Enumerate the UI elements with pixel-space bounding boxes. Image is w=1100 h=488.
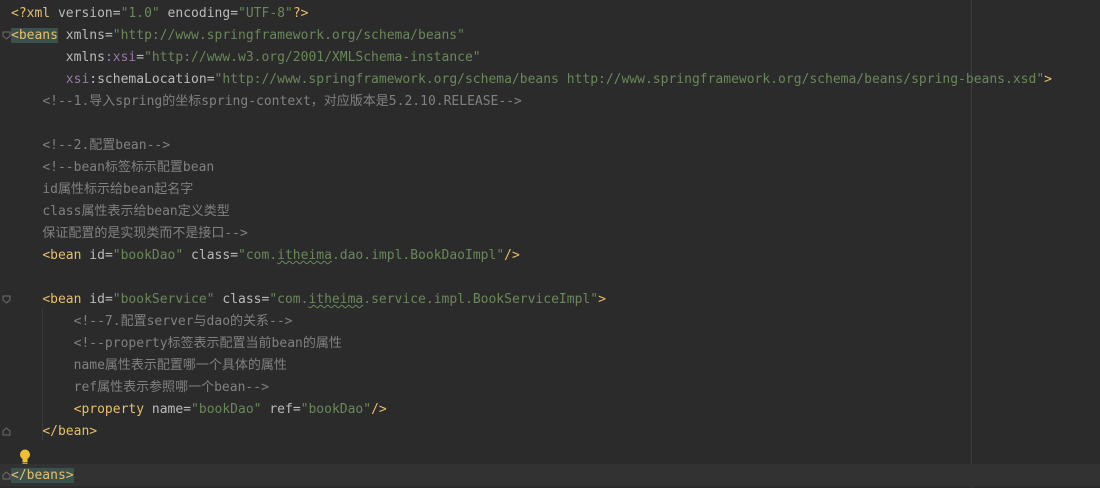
lightbulb-icon[interactable] [17,448,33,466]
code-line-18: ref属性表示参照哪一个bean--> [73,380,269,395]
code-line-17: name属性表示配置哪一个具体的属性 [73,358,287,373]
code-line-2: <beans xmlns="http://www.springframework… [11,28,465,43]
xml-closing-tag: </beans> [11,468,74,483]
editor-gutter [0,0,11,488]
current-line-highlight [0,464,1100,486]
code-line-20: </bean> [42,424,98,439]
code-line-10: class属性表示给bean定义类型 [42,204,230,219]
code-line-4: xsi:schemaLocation="http://www.springfra… [65,72,1052,87]
code-line-9: id属性标示给bean起名字 [42,182,194,197]
fold-icon[interactable] [2,471,11,480]
code-line-3: xmlns:xsi="http://www.w3.org/2001/XMLSch… [65,50,481,65]
code-line-5: <!--1.导入spring的坐标spring-context，对应版本是5.2… [42,94,522,109]
code-line-15: <!--7.配置server与dao的关系--> [73,314,293,329]
fold-icon[interactable] [2,427,11,436]
code-line-19: <property name="bookDao" ref="bookDao"/> [73,402,387,417]
code-line-12: <bean id="bookDao" class="com.itheima.da… [42,248,520,263]
fold-icon[interactable] [2,295,11,304]
code-editor[interactable]: <?xml version="1.0" encoding="UTF-8"?> <… [0,0,1100,488]
code-line-14: <bean id="bookService" class="com.itheim… [42,292,606,307]
code-line-16: <!--property标签表示配置当前bean的属性 [73,336,342,351]
code-line-8: <!--bean标签标示配置bean [42,160,215,175]
xml-tag: <beans [11,28,58,43]
code-line-22: </beans> [11,465,74,487]
code-line-11: 保证配置的是实现类而不是接口--> [42,226,248,241]
fold-icon[interactable] [2,31,11,40]
code-line-1: <?xml version="1.0" encoding="UTF-8"?> [11,6,309,21]
code-line-7: <!--2.配置bean--> [42,138,171,153]
